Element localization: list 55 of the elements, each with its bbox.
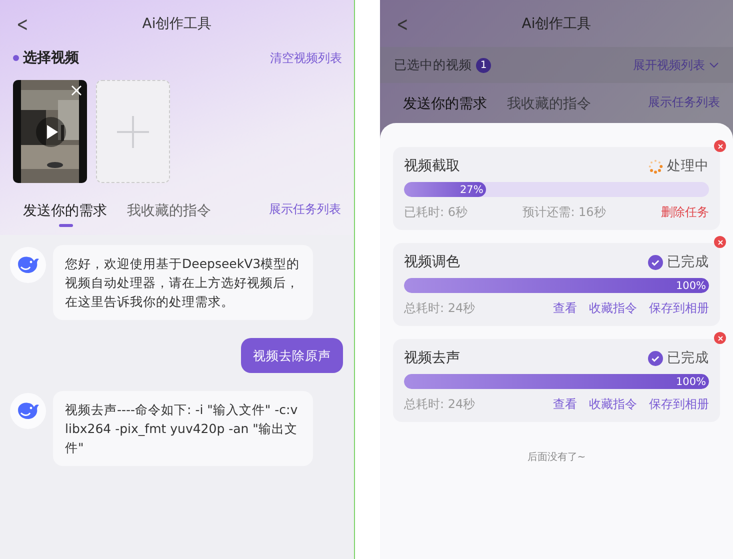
page-title: Ai创作工具	[142, 14, 212, 32]
progress-percent: 100%	[676, 376, 706, 388]
elapsed-time: 总耗时: 24秒	[404, 396, 476, 413]
back-button[interactable]: <	[394, 12, 412, 36]
task-action-link[interactable]: 查看	[553, 396, 577, 413]
spinner-icon	[648, 158, 663, 174]
plus-icon	[117, 116, 149, 148]
task-list-link[interactable]: 展示任务列表	[648, 94, 720, 110]
close-icon	[718, 144, 722, 148]
check-circle-icon	[648, 254, 663, 270]
page-title: Ai创作工具	[522, 14, 592, 32]
bot-message: 视频去声----命令如下: -i "输入文件" -c:v libx264 -pix_fmt yuv420p -an "输出文件"	[53, 391, 313, 466]
tab[interactable]: 我收藏的指令	[127, 198, 211, 228]
chevron-down-icon	[709, 62, 719, 68]
task-action-link[interactable]: 查看	[553, 300, 577, 317]
close-button[interactable]	[714, 236, 726, 248]
user-message: 视频去除原声	[241, 338, 343, 373]
task-status: 处理中	[667, 157, 709, 175]
task-list-link[interactable]: 展示任务列表	[269, 200, 341, 218]
close-icon[interactable]	[71, 85, 82, 96]
close-icon	[718, 240, 722, 244]
task-name: 视频截取	[404, 157, 460, 175]
task-action-link[interactable]: 保存到相册	[649, 300, 709, 317]
clear-list-link[interactable]: 清空视频列表	[270, 50, 342, 66]
selected-videos-label: 已选中的视频	[394, 56, 472, 74]
task-status: 已完成	[667, 349, 709, 367]
elapsed-time: 已耗时: 6秒	[404, 204, 468, 221]
task-name: 视频去声	[404, 349, 460, 367]
tab[interactable]: 发送你的需求	[403, 91, 487, 121]
progress-percent: 27%	[460, 184, 484, 196]
play-icon[interactable]	[36, 117, 66, 147]
bot-message: 您好，欢迎使用基于DeepseekV3模型的视频自动处理器，请在上方选好视频后，在这里告诉我你的处理需求。	[53, 245, 313, 320]
close-icon	[718, 336, 722, 340]
whale-logo-icon	[16, 255, 40, 275]
back-button[interactable]: <	[14, 12, 32, 36]
progress-percent: 100%	[676, 280, 706, 292]
tab[interactable]: 我收藏的指令	[507, 91, 591, 121]
section-title: 选择视频	[23, 49, 79, 67]
task-action-link[interactable]: 收藏指令	[589, 396, 637, 413]
expand-list-link[interactable]: 展开视频列表	[633, 56, 719, 74]
tab[interactable]: 发送你的需求	[23, 198, 107, 228]
end-of-list-text: 后面没有了~	[526, 450, 587, 464]
remaining-time: 预计还需: 16秒	[522, 204, 606, 221]
bullet-icon	[13, 55, 19, 61]
check-circle-icon	[648, 350, 663, 366]
task-name: 视频调色	[404, 253, 460, 271]
close-button[interactable]	[714, 140, 726, 152]
count-badge: 1	[476, 58, 491, 72]
task-action-link[interactable]: 收藏指令	[589, 300, 637, 317]
task-action-link[interactable]: 保存到相册	[649, 396, 709, 413]
elapsed-time: 总耗时: 24秒	[404, 300, 476, 317]
task-status: 已完成	[667, 253, 709, 271]
close-button[interactable]	[714, 332, 726, 344]
task-action-link[interactable]: 删除任务	[661, 204, 710, 221]
whale-logo-icon	[16, 401, 40, 421]
